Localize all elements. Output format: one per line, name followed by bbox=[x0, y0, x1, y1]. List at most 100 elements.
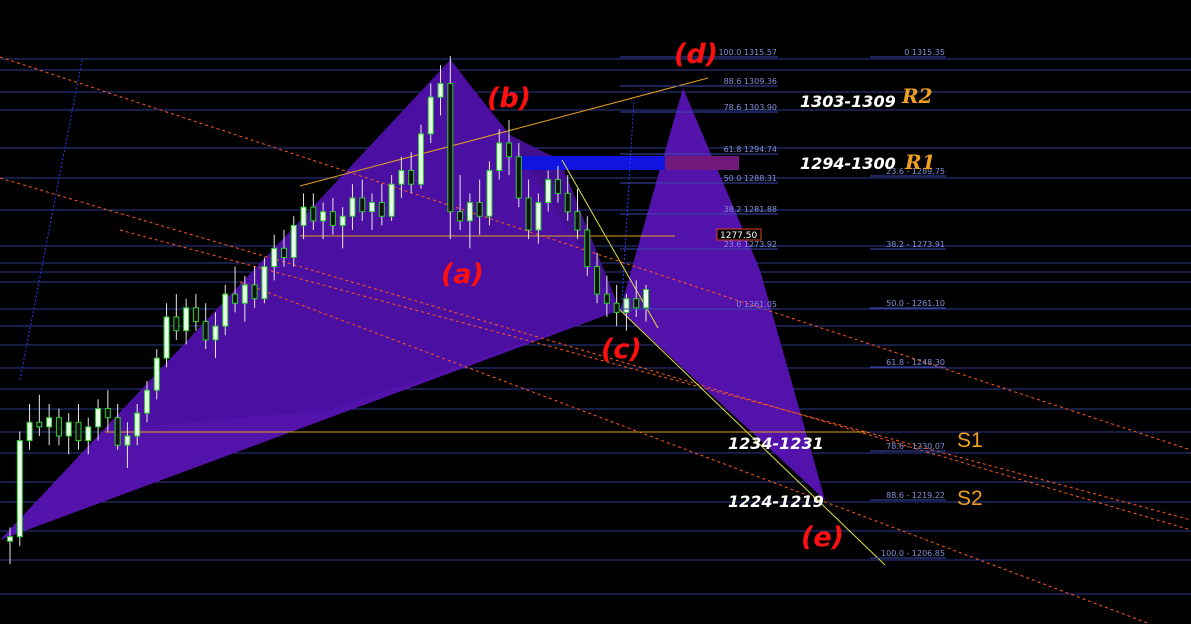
point-d-label: (d) bbox=[674, 39, 718, 70]
fib-right-label: 78.6 - 1230.07 bbox=[886, 442, 945, 451]
candle bbox=[192, 307, 199, 323]
candle bbox=[496, 142, 503, 171]
candle bbox=[75, 421, 82, 442]
candle bbox=[173, 316, 180, 332]
candle bbox=[222, 293, 229, 327]
candle bbox=[427, 96, 434, 135]
candle bbox=[437, 82, 444, 98]
candle bbox=[564, 192, 571, 213]
candle bbox=[153, 357, 160, 391]
candle bbox=[535, 202, 542, 231]
candle bbox=[574, 211, 581, 231]
zone-s1-tag: S1 bbox=[957, 429, 983, 452]
candle bbox=[369, 202, 376, 213]
fib-mid-label: 61.8 1294.74 bbox=[724, 145, 777, 154]
candle bbox=[320, 211, 327, 222]
fib-mid-label: 23.6 1273.92 bbox=[724, 240, 777, 249]
candle bbox=[623, 298, 630, 313]
candle bbox=[163, 316, 170, 359]
candle bbox=[594, 266, 601, 295]
candle bbox=[476, 202, 483, 217]
candle bbox=[232, 293, 239, 304]
chart-area: 100.0 1315.57 88.6 1309.36 78.6 1303.90 61.… bbox=[0, 0, 1191, 624]
candle bbox=[554, 179, 561, 194]
candle bbox=[143, 389, 150, 414]
candle bbox=[515, 156, 522, 199]
fib-right-label: 88.6 - 1219.22 bbox=[886, 491, 945, 500]
fib-right-label: 50.0 - 1261.10 bbox=[886, 299, 945, 308]
candle bbox=[104, 408, 111, 419]
point-a-label: (a) bbox=[441, 259, 484, 290]
candle bbox=[290, 224, 297, 258]
candle bbox=[349, 197, 356, 217]
candle bbox=[633, 298, 640, 309]
candle bbox=[525, 197, 532, 231]
fib-right-label: 61.8 - 1248.30 bbox=[886, 358, 945, 367]
candle bbox=[261, 266, 268, 300]
point-e-label: (e) bbox=[801, 522, 844, 553]
fib-mid-label: 38.2 1281.88 bbox=[724, 205, 777, 214]
fib-right-label: 38.2 - 1273.91 bbox=[886, 240, 945, 249]
candle bbox=[202, 321, 209, 341]
fib-right-label: 0 1315.35 bbox=[904, 48, 945, 57]
candle bbox=[55, 417, 62, 437]
candle bbox=[408, 169, 415, 185]
candle bbox=[329, 211, 336, 226]
candle bbox=[359, 197, 366, 213]
candle bbox=[643, 289, 649, 309]
fib-right-label: 100.0 - 1206.85 bbox=[881, 549, 945, 558]
point-c-label: (c) bbox=[601, 334, 642, 365]
candle bbox=[506, 142, 513, 158]
candle bbox=[339, 215, 346, 226]
candle bbox=[378, 202, 385, 217]
candle bbox=[26, 421, 33, 442]
candle bbox=[466, 202, 473, 222]
fib-mid-label: 0 1261.05 bbox=[736, 300, 777, 309]
candle bbox=[183, 307, 190, 332]
candle bbox=[280, 247, 287, 258]
candle bbox=[271, 247, 278, 268]
candle bbox=[457, 211, 464, 222]
harmonic-pattern-chart: 100.0 1315.57 88.6 1309.36 78.6 1303.90 61.… bbox=[0, 39, 1191, 624]
zone-r2-tag: R2 bbox=[901, 84, 933, 108]
candle bbox=[447, 82, 454, 213]
fib-mid-label: 100.0 1315.57 bbox=[718, 48, 777, 57]
candle bbox=[241, 284, 248, 304]
candle bbox=[65, 421, 72, 437]
zone-r1-tag: R1 bbox=[904, 150, 936, 174]
zone-s2-text: 1224-1219 bbox=[728, 492, 824, 511]
candle bbox=[46, 417, 53, 428]
zone-r2-text: 1303-1309 bbox=[800, 92, 896, 111]
zone-s2-tag: S2 bbox=[957, 487, 983, 510]
candle bbox=[486, 169, 493, 217]
candle bbox=[613, 302, 620, 313]
candle bbox=[212, 325, 219, 341]
candle bbox=[417, 133, 424, 185]
zone-r1-text: 1294-1300 bbox=[800, 154, 896, 173]
candle bbox=[584, 229, 591, 268]
candle bbox=[114, 417, 121, 446]
candle bbox=[603, 293, 610, 304]
pattern-shade bbox=[105, 60, 620, 430]
candle bbox=[95, 408, 102, 428]
candle bbox=[310, 206, 317, 222]
fib-mid-label: 50.0 1288.31 bbox=[724, 174, 777, 183]
candle bbox=[398, 169, 405, 185]
candle bbox=[36, 421, 43, 428]
candle bbox=[124, 435, 131, 446]
price-tag: 1277.50 bbox=[720, 231, 757, 241]
candle bbox=[388, 183, 395, 217]
candle bbox=[85, 426, 92, 442]
candle bbox=[7, 536, 13, 542]
candle bbox=[545, 179, 552, 204]
candle bbox=[251, 284, 258, 300]
candle bbox=[134, 412, 141, 437]
point-b-label: (b) bbox=[487, 83, 531, 114]
candle bbox=[16, 440, 23, 538]
fib-mid-label: 88.6 1309.36 bbox=[724, 77, 777, 86]
zone-s1-text: 1234-1231 bbox=[728, 434, 824, 453]
fib-mid-label: 78.6 1303.90 bbox=[724, 103, 777, 112]
candle bbox=[300, 206, 307, 226]
resistance-zone-overlap bbox=[665, 156, 739, 170]
vertical-line-left bbox=[19, 59, 83, 381]
